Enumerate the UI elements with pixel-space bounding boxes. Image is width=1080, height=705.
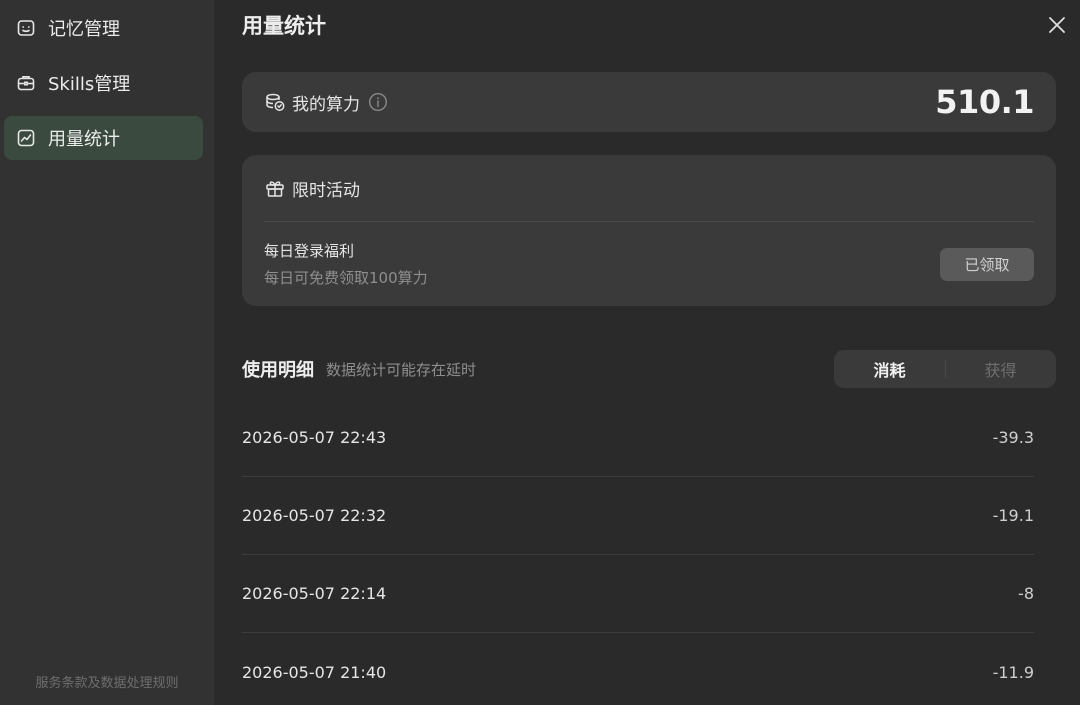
list-item: 2026-05-07 22:32 -19.1 (242, 477, 1034, 555)
usage-details-header: 使用明细 数据统计可能存在延时 消耗 获得 (242, 350, 1056, 388)
sidebar: 记忆管理 Skills管理 用量统计 服务条款及数据处理规则 (0, 0, 214, 705)
list-item: 2026-05-07 22:14 -8 (242, 555, 1034, 633)
sidebar-item-memory[interactable]: 记忆管理 (4, 6, 203, 50)
compute-power-value: 510.1 (935, 83, 1034, 121)
usage-amount: -39.3 (992, 428, 1034, 447)
promo-title: 限时活动 (292, 180, 360, 201)
settings-window: 记忆管理 Skills管理 用量统计 服务条款及数据处理规则 用量统计 我的算力… (0, 0, 1080, 705)
sidebar-item-skills[interactable]: Skills管理 (4, 61, 203, 105)
tab-consume[interactable]: 消耗 (834, 357, 945, 381)
tab-earn[interactable]: 获得 (945, 357, 1056, 381)
usage-list: 2026-05-07 22:43 -39.3 2026-05-07 22:32 … (242, 399, 1034, 705)
list-item: 2026-05-07 21:40 -11.9 (242, 633, 1034, 705)
terms-link[interactable]: 服务条款及数据处理规则 (0, 672, 214, 691)
info-icon[interactable] (368, 92, 388, 112)
usage-time: 2026-05-07 22:32 (242, 506, 387, 525)
page-title: 用量统计 (242, 14, 326, 38)
sidebar-item-label: Skills管理 (48, 74, 131, 95)
sidebar-item-label: 记忆管理 (48, 19, 120, 40)
chart-icon (16, 128, 36, 148)
claimed-button[interactable]: 已领取 (940, 247, 1034, 281)
gift-icon (264, 177, 286, 199)
usage-amount: -19.1 (992, 506, 1034, 525)
sidebar-item-label: 用量统计 (48, 129, 120, 150)
usage-time: 2026-05-07 22:43 (242, 428, 387, 447)
usage-details-note: 数据统计可能存在延时 (326, 360, 477, 379)
usage-time: 2026-05-07 22:14 (242, 584, 387, 603)
sidebar-item-usage[interactable]: 用量统计 (4, 116, 203, 160)
consume-earn-toggle: 消耗 获得 (834, 350, 1056, 388)
close-icon (1049, 17, 1065, 33)
promo-header: 限时活动 (264, 155, 1034, 221)
usage-time: 2026-05-07 21:40 (242, 662, 387, 682)
promo-item-title: 每日登录福利 (264, 242, 355, 260)
close-button[interactable] (1044, 12, 1070, 38)
usage-details-title: 使用明细 (242, 360, 314, 381)
usage-amount: -11.9 (992, 662, 1034, 682)
coins-icon (264, 91, 286, 113)
promo-item: 每日登录福利 每日可免费领取100算力 已领取 (264, 222, 1034, 306)
main-panel: 用量统计 我的算力 510.1 限时活动 每日登录福利 每日可免费领取100算力… (214, 0, 1080, 705)
toolbox-icon (16, 73, 36, 93)
promo-card: 限时活动 每日登录福利 每日可免费领取100算力 已领取 (242, 155, 1056, 306)
promo-item-description: 每日可免费领取100算力 (264, 269, 428, 287)
usage-amount: -8 (1018, 584, 1034, 603)
divider (945, 360, 946, 378)
memory-icon (16, 18, 36, 38)
compute-power-title: 我的算力 (292, 94, 360, 115)
list-item: 2026-05-07 22:43 -39.3 (242, 399, 1034, 477)
compute-power-card: 我的算力 510.1 (242, 72, 1056, 132)
